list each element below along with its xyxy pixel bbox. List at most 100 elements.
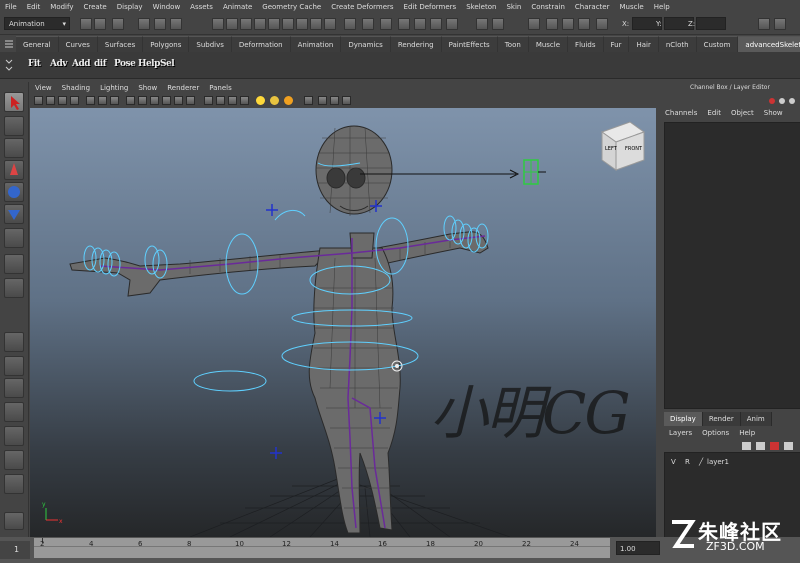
mask-icon[interactable] <box>310 18 322 30</box>
menu-create-deformers[interactable]: Create Deformers <box>326 0 398 14</box>
xray-icon[interactable] <box>204 96 213 105</box>
layout-persp-graph-icon[interactable] <box>4 450 24 470</box>
tab-painteffects[interactable]: PaintEffects <box>441 36 498 52</box>
render-frame-icon[interactable] <box>380 18 392 30</box>
layout-custom-icon[interactable] <box>4 474 24 494</box>
select-component-icon[interactable] <box>170 18 182 30</box>
rotate-tool-icon[interactable] <box>4 182 24 202</box>
move-tool-icon[interactable] <box>4 160 24 180</box>
current-start-frame[interactable]: 1 <box>0 541 30 559</box>
shelf-adv-button[interactable]: Adv <box>50 57 68 72</box>
options-menu[interactable]: Options <box>697 426 734 440</box>
cb-edit-menu[interactable]: Edit <box>702 106 726 120</box>
wireframe-on-shaded-icon[interactable] <box>150 96 159 105</box>
smooth-shade-icon[interactable] <box>138 96 147 105</box>
tab-animation[interactable]: Animation <box>290 36 342 52</box>
manipulator-tool-icon[interactable] <box>4 228 24 248</box>
snap-grid-icon[interactable] <box>212 18 224 30</box>
menu-skin[interactable]: Skin <box>501 0 526 14</box>
menu-muscle[interactable]: Muscle <box>614 0 648 14</box>
shelf-options-icon[interactable] <box>4 56 14 74</box>
history-icon[interactable] <box>362 18 374 30</box>
view-cube[interactable]: LEFT FRONT <box>600 121 646 171</box>
tab-surfaces[interactable]: Surfaces <box>97 36 144 52</box>
panel-toggle-icon[interactable] <box>758 18 770 30</box>
paint-select-tool-icon[interactable] <box>4 138 24 158</box>
xray-joints-icon[interactable] <box>216 96 225 105</box>
tab-hair[interactable]: Hair <box>629 36 659 52</box>
layer-color-swatch[interactable]: ╱ <box>699 456 703 468</box>
isolate-select-icon[interactable] <box>228 96 237 105</box>
tab-subdivs[interactable]: Subdivs <box>189 36 232 52</box>
select-object-icon[interactable] <box>154 18 166 30</box>
channel-box-icon[interactable] <box>562 18 574 30</box>
snap-point-icon[interactable] <box>240 18 252 30</box>
use-lights-icon[interactable] <box>174 96 183 105</box>
panel-menu-renderer[interactable]: Renderer <box>162 82 204 94</box>
select-hierarchy-icon[interactable] <box>138 18 150 30</box>
show-manip-tool-icon[interactable] <box>4 278 24 298</box>
snap-curve-icon[interactable] <box>226 18 238 30</box>
input-line-icon[interactable] <box>492 18 504 30</box>
layout-hypershade-icon[interactable] <box>4 426 24 446</box>
field-chart-icon[interactable] <box>342 96 351 105</box>
new-scene-icon[interactable] <box>80 18 92 30</box>
cb-show-menu[interactable]: Show <box>759 106 788 120</box>
layer-editor-icon[interactable] <box>578 18 590 30</box>
menu-constrain[interactable]: Constrain <box>526 0 570 14</box>
panel-menu-show[interactable]: Show <box>133 82 162 94</box>
tab-general[interactable]: General <box>16 36 59 52</box>
panel-toggle-icon[interactable] <box>774 18 786 30</box>
select-tool-icon[interactable] <box>4 92 24 112</box>
layer-help-menu[interactable]: Help <box>734 426 760 440</box>
menu-geometry-cache[interactable]: Geometry Cache <box>257 0 326 14</box>
time-slider[interactable]: 2 4 6 8 10 12 14 16 18 20 22 24 <box>34 538 610 558</box>
hud-icon[interactable] <box>304 96 313 105</box>
scale-tool-icon[interactable] <box>4 204 24 224</box>
tab-toon[interactable]: Toon <box>497 36 529 52</box>
lasso-tool-icon[interactable] <box>4 116 24 136</box>
ipr-render-icon[interactable] <box>398 18 410 30</box>
tab-ncloth[interactable]: nCloth <box>658 36 697 52</box>
layout-single-icon[interactable] <box>4 332 24 352</box>
tab-polygons[interactable]: Polygons <box>143 36 190 52</box>
menu-set-dropdown[interactable]: Animation ▾ <box>4 17 70 30</box>
shelf-fit-button[interactable]: Fit <box>28 57 41 72</box>
mel-script-icon[interactable] <box>4 512 24 530</box>
ambient-occlusion-icon[interactable] <box>240 96 249 105</box>
tab-curves[interactable]: Curves <box>58 36 98 52</box>
panel-menu-lighting[interactable]: Lighting <box>95 82 133 94</box>
bookmarks-icon[interactable] <box>58 96 67 105</box>
perspective-viewport[interactable]: LEFT FRONT y x 小明CG <box>30 108 656 537</box>
menu-modify[interactable]: Modify <box>45 0 78 14</box>
tab-fluids[interactable]: Fluids <box>568 36 604 52</box>
menu-help[interactable]: Help <box>649 0 675 14</box>
snap-view-plane-icon[interactable] <box>254 18 266 30</box>
safe-action-icon[interactable] <box>330 96 339 105</box>
transform-input-icon[interactable] <box>596 18 608 30</box>
tab-muscle[interactable]: Muscle <box>528 36 569 52</box>
wireframe-icon[interactable] <box>126 96 135 105</box>
resolution-gate-icon[interactable] <box>110 96 119 105</box>
open-scene-icon[interactable] <box>94 18 106 30</box>
layout-graph-icon[interactable] <box>4 402 24 422</box>
menu-edit[interactable]: Edit <box>22 0 46 14</box>
layer-row[interactable]: V R ╱ layer1 <box>667 456 797 468</box>
attribute-editor-icon[interactable] <box>528 18 540 30</box>
tab-fur[interactable]: Fur <box>603 36 630 52</box>
film-gate-icon[interactable] <box>98 96 107 105</box>
mask-icon[interactable] <box>296 18 308 30</box>
layer-display-type-toggle[interactable]: R <box>685 456 690 468</box>
hypershade-icon[interactable] <box>430 18 442 30</box>
menu-skeleton[interactable]: Skeleton <box>461 0 501 14</box>
mask-icon[interactable] <box>282 18 294 30</box>
soft-mod-tool-icon[interactable] <box>4 254 24 274</box>
panel-menu-view[interactable]: View <box>30 82 57 94</box>
light-icon[interactable] <box>256 96 265 105</box>
light-icon[interactable] <box>270 96 279 105</box>
save-scene-icon[interactable] <box>112 18 124 30</box>
menu-file[interactable]: File <box>0 0 22 14</box>
menu-character[interactable]: Character <box>570 0 615 14</box>
light-icon[interactable] <box>284 96 293 105</box>
textured-icon[interactable] <box>162 96 171 105</box>
